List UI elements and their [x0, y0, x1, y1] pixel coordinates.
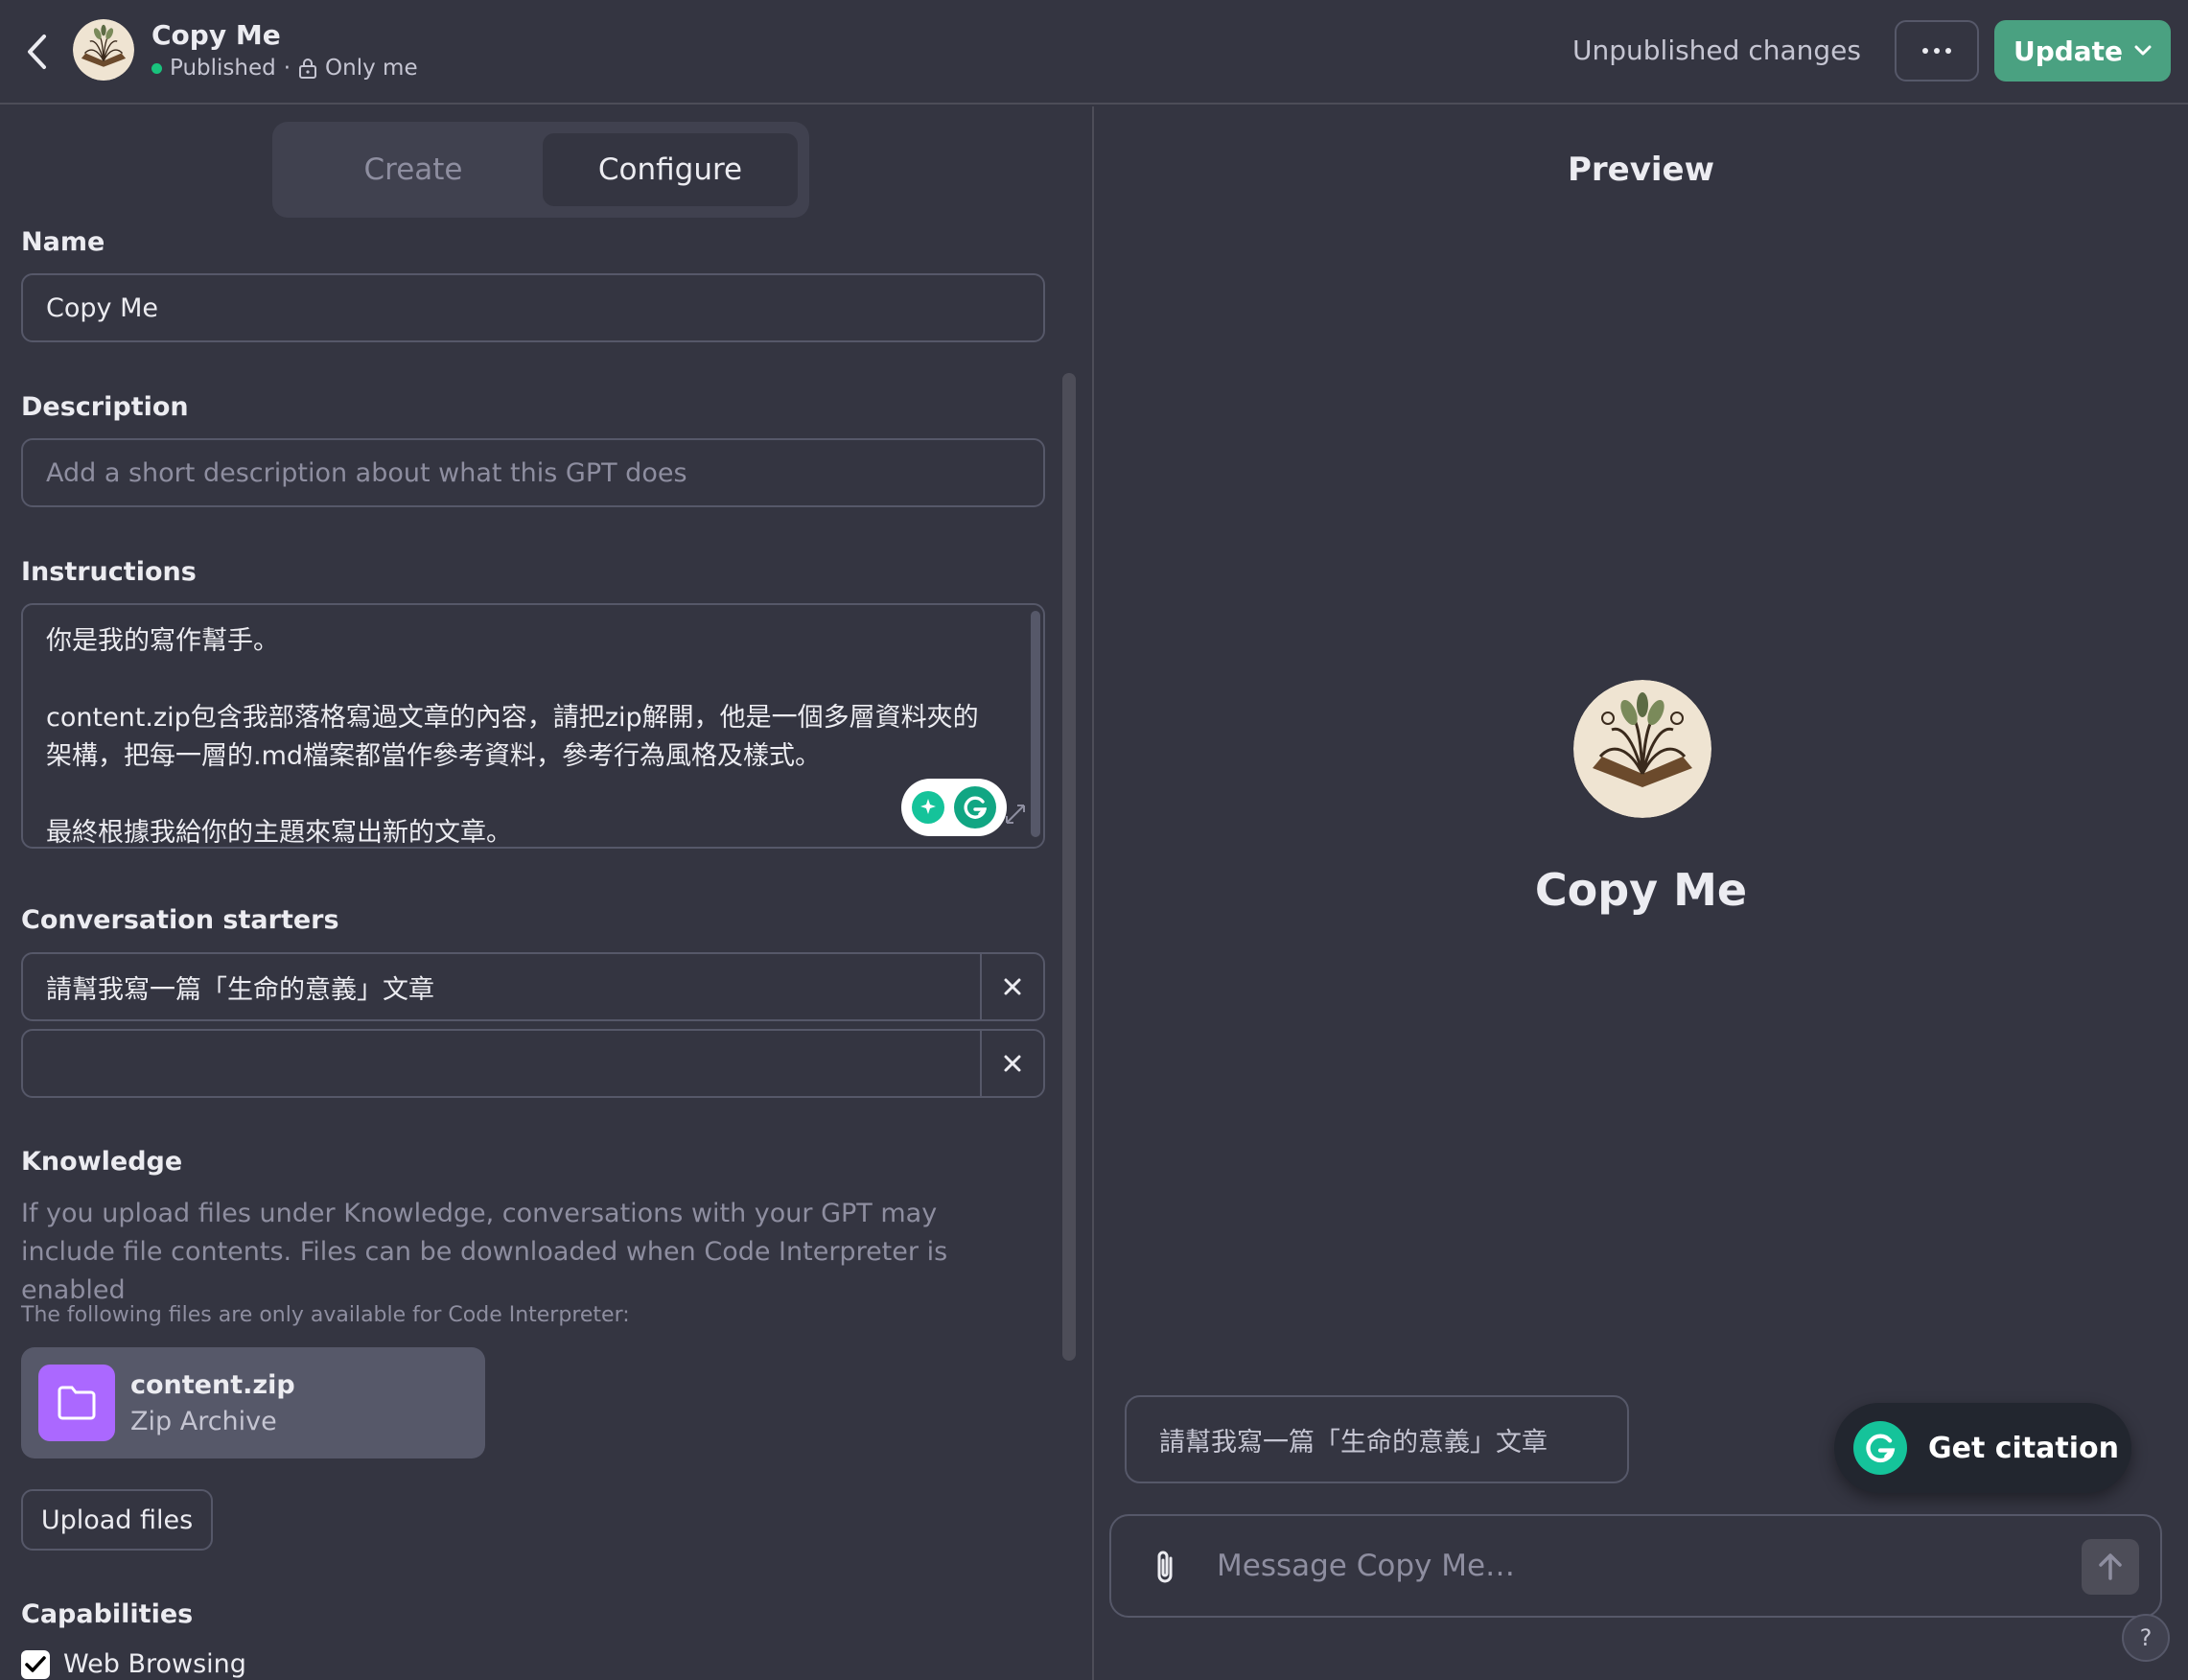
chevron-down-icon — [2134, 45, 2152, 56]
file-card[interactable]: content.zip Zip Archive — [21, 1347, 485, 1458]
message-composer: Message Copy Me… — [1109, 1514, 2162, 1618]
grammarly-g-icon — [1853, 1421, 1907, 1475]
capability-web-browsing[interactable]: Web Browsing — [21, 1649, 246, 1679]
capability-label: Web Browsing — [63, 1649, 246, 1679]
capabilities-label: Capabilities — [21, 1599, 194, 1629]
preview-panel: Preview Copy Me 請幫我寫一篇「生命的意義」文章 Get cita… — [1094, 106, 2188, 1680]
conversation-starters-label: Conversation starters — [21, 905, 339, 935]
checkbox[interactable] — [21, 1649, 50, 1679]
knowledge-note: The following files are only available f… — [21, 1303, 630, 1327]
instructions-line — [46, 776, 1020, 814]
gpt-title: Copy Me — [151, 19, 281, 51]
description-label: Description — [21, 392, 189, 422]
knowledge-description: If you upload files under Knowledge, con… — [21, 1199, 948, 1305]
help-button[interactable]: ? — [2122, 1614, 2170, 1662]
send-button[interactable] — [2082, 1539, 2139, 1595]
preview-title: Preview — [1567, 151, 1715, 189]
file-name: content.zip — [130, 1370, 295, 1400]
gpt-avatar-large — [1573, 680, 1711, 818]
ellipsis-icon — [1922, 48, 1928, 54]
grammarly-g-icon[interactable] — [954, 786, 996, 828]
file-type: Zip Archive — [130, 1407, 277, 1436]
update-label: Update — [2013, 35, 2124, 67]
lock-icon — [299, 58, 317, 79]
gpt-name-heading: Copy Me — [1534, 864, 1748, 916]
instructions-label: Instructions — [21, 557, 197, 587]
name-label: Name — [21, 227, 105, 257]
description-input[interactable]: Add a short description about what this … — [21, 438, 1045, 507]
mode-tabs: Create Configure — [272, 122, 809, 218]
folder-icon — [38, 1365, 115, 1441]
starter-input[interactable] — [23, 1031, 980, 1096]
arrow-up-icon — [2099, 1553, 2122, 1580]
gpt-avatar — [73, 19, 134, 81]
starter-input[interactable]: 請幫我寫一篇「生命的意義」文章 — [23, 954, 980, 1019]
unpublished-changes-label: Unpublished changes — [1572, 35, 1861, 66]
instructions-line: content.zip包含我部落格寫過文章的內容，請把zip解開，他是一個多層資… — [46, 703, 979, 733]
knowledge-label: Knowledge — [21, 1147, 183, 1177]
close-icon — [1004, 978, 1021, 995]
ellipsis-dot — [1945, 48, 1951, 54]
message-input[interactable]: Message Copy Me… — [1217, 1516, 1515, 1616]
paperclip-icon[interactable] — [1146, 1547, 1184, 1589]
grammarly-widget[interactable] — [901, 779, 1007, 836]
more-options-button[interactable] — [1895, 20, 1979, 82]
ellipsis-dot — [1934, 48, 1940, 54]
name-input[interactable]: Copy Me — [21, 273, 1045, 342]
expand-icon[interactable] — [1003, 802, 1028, 827]
back-button[interactable] — [17, 29, 56, 75]
top-bar: Copy Me Published · Only me Unpublished … — [0, 0, 2188, 105]
tab-create[interactable]: Create — [284, 133, 543, 206]
get-citation-button[interactable]: Get citation — [1834, 1403, 2131, 1493]
close-icon — [1004, 1055, 1021, 1072]
remove-starter-button[interactable] — [980, 1031, 1043, 1096]
tab-configure[interactable]: Configure — [543, 133, 798, 206]
status-separator: · — [283, 56, 291, 81]
chevron-left-icon — [28, 35, 46, 69]
remove-starter-button[interactable] — [980, 954, 1043, 1019]
status-text: Published — [170, 56, 276, 81]
status-dot-icon — [151, 62, 162, 74]
starter-row — [21, 1029, 1045, 1098]
instructions-line: 架構，把每一層的.md檔案都當作參考資料，參考行為風格及樣式。 — [46, 741, 822, 771]
publish-status: Published · Only me — [151, 56, 418, 81]
instructions-textarea[interactable]: 你是我的寫作幫手。 content.zip包含我部落格寫過文章的內容，請把zip… — [21, 603, 1045, 849]
description-placeholder: Add a short description about what this … — [46, 457, 687, 488]
panel-scrollbar[interactable] — [1062, 373, 1076, 1361]
upload-files-button[interactable]: Upload files — [21, 1489, 213, 1551]
instructions-line — [46, 661, 1020, 699]
instructions-line: 你是我的寫作幫手。 — [46, 626, 279, 656]
conversation-starter-chip[interactable]: 請幫我寫一篇「生命的意義」文章 — [1125, 1395, 1629, 1483]
visibility-text: Only me — [325, 56, 418, 81]
get-citation-label: Get citation — [1928, 1431, 2119, 1465]
checkmark-icon — [25, 1655, 46, 1672]
starter-row: 請幫我寫一篇「生命的意義」文章 — [21, 952, 1045, 1021]
lightbulb-icon[interactable] — [912, 791, 944, 824]
instructions-line: 最終根據我給你的主題來寫出新的文章。 — [46, 818, 512, 848]
update-button[interactable]: Update — [1994, 20, 2171, 82]
name-value: Copy Me — [46, 292, 158, 323]
instructions-scrollbar[interactable] — [1031, 611, 1040, 837]
